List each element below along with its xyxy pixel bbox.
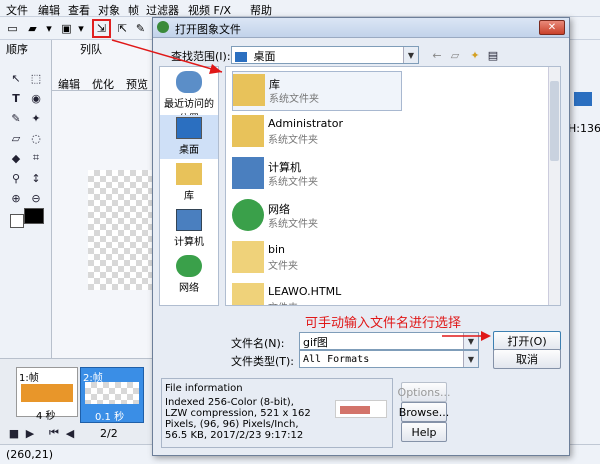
annotation-arrows bbox=[111, 39, 491, 341]
arrow-to-open-button bbox=[442, 331, 491, 341]
arrow-to-look-in bbox=[111, 39, 223, 74]
